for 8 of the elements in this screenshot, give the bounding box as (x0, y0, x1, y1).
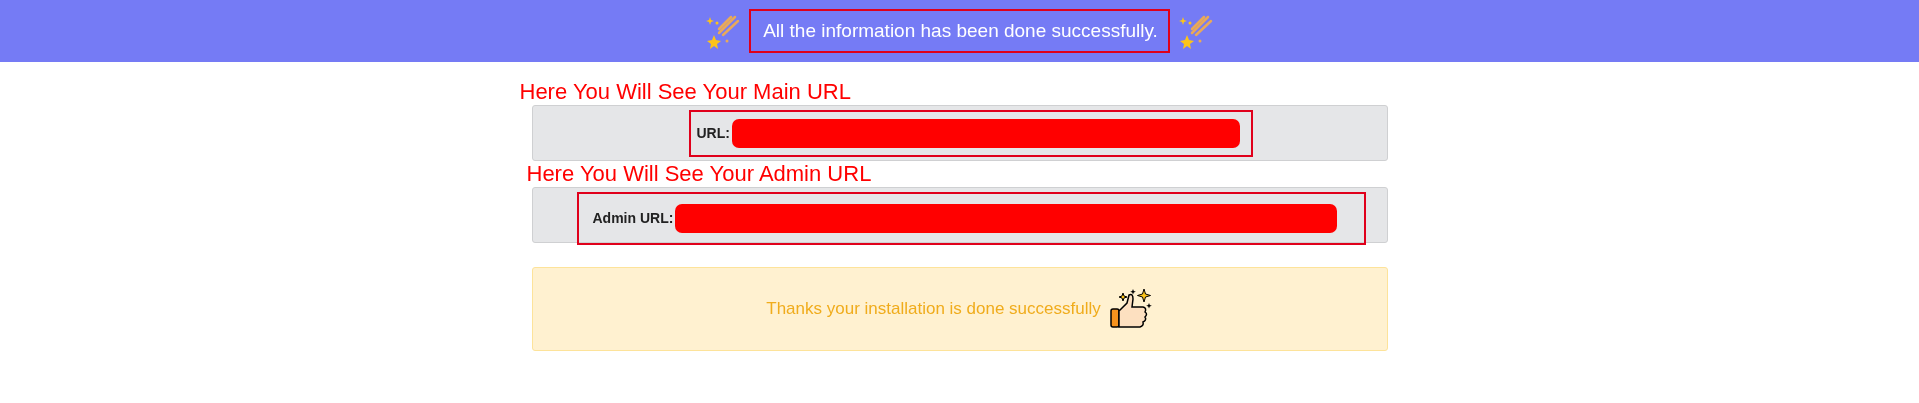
url-label: URL: (696, 125, 730, 141)
annotation-label: Here You Will See Your Admin URL (526, 161, 872, 187)
alert-message: Thanks your installation is done successfully (766, 299, 1101, 319)
thumbs-up-icon (1108, 287, 1153, 331)
annotation-label: Here You Will See Your Main URL (519, 79, 851, 105)
success-message: All the information has been done successfully. (763, 20, 1158, 42)
shooting-star-icon (705, 13, 742, 49)
url-label: Admin URL: (592, 210, 674, 226)
